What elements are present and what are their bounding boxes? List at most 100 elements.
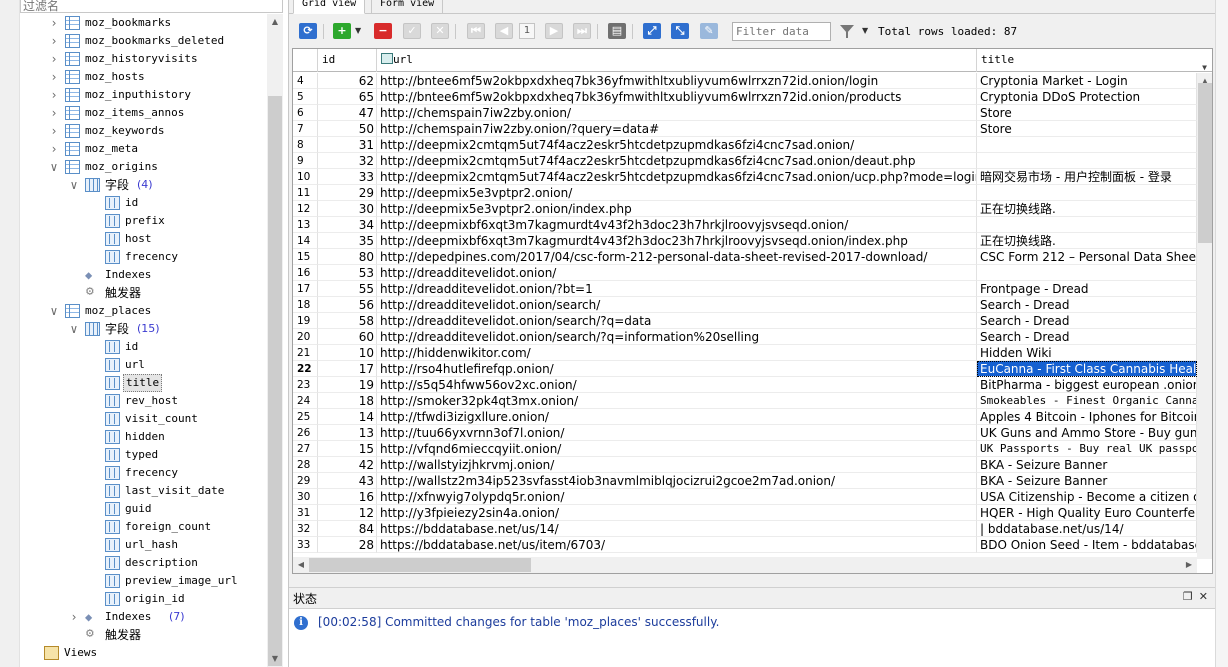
tree-node-table[interactable]: › moz_inputhistory	[20, 86, 267, 104]
cell-url[interactable]: http://deepmix5e3vptpr2.onion/index.php	[377, 201, 977, 217]
tree-node-col[interactable]: frecency	[20, 248, 267, 266]
tree-node-table[interactable]: › moz_bookmarks	[20, 14, 267, 32]
tree-scroll-thumb[interactable]	[268, 96, 282, 666]
cell-url[interactable]: https://bddatabase.net/us/14/	[377, 521, 977, 537]
cell-title[interactable]: Apples 4 Bitcoin - Iphones for Bitcoin	[977, 409, 1197, 425]
cell-id[interactable]: 80	[318, 249, 377, 265]
chevron-right-icon[interactable]: ›	[49, 14, 59, 32]
cell-url[interactable]: http://y3fpieiezy2sin4a.onion/	[377, 505, 977, 521]
cell-title[interactable]: Cryptonia DDoS Protection	[977, 89, 1197, 105]
tree-node-col[interactable]: hidden	[20, 428, 267, 446]
tree-node-table[interactable]: › moz_historyvisits	[20, 50, 267, 68]
table-row[interactable]: 19 58 http://dreadditevelidot.onion/search…	[293, 313, 1197, 329]
table-row[interactable]: 5 65 http://bntee6mf5w2okbpxdxheq7bk36yfmw…	[293, 89, 1197, 105]
cell-id[interactable]: 62	[318, 73, 377, 89]
tree-node-index[interactable]: › Indexes (7)	[20, 608, 267, 626]
data-grid[interactable]: id url title ▼ 4 62 http://bntee6mf5w2okbp…	[292, 48, 1213, 574]
filter-data-input[interactable]	[732, 22, 831, 41]
tree-scrollbar[interactable]: ▲ ▼	[267, 14, 283, 667]
cell-title[interactable]: HQER - High Quality Euro Counterfeit	[977, 505, 1197, 521]
cell-url[interactable]: http://hiddenwikitor.com/	[377, 345, 977, 361]
cell-id[interactable]: 53	[318, 265, 377, 281]
cell-title[interactable]: Store	[977, 121, 1197, 137]
refresh-icon[interactable]: ⟳	[299, 23, 317, 39]
tree-node-table[interactable]: › moz_keywords	[20, 122, 267, 140]
cell-url[interactable]: http://smoker32pk4qt3mx.onion/	[377, 393, 977, 409]
cell-title[interactable]: | bddatabase.net/us/14/	[977, 521, 1197, 537]
tree-node-col[interactable]: visit_count	[20, 410, 267, 428]
cell-id[interactable]: 16	[318, 489, 377, 505]
cell-title[interactable]: UK Passports - Buy real UK passports	[977, 441, 1197, 457]
cell-id[interactable]: 58	[318, 313, 377, 329]
cell-id[interactable]: 18	[318, 393, 377, 409]
filter-dropdown-icon[interactable]: ▼	[862, 24, 870, 38]
tree-node-fields[interactable]: ∨ 字段 (4)	[20, 176, 267, 194]
delete-row-icon[interactable]: −	[374, 23, 392, 39]
tree-node-col[interactable]: foreign_count	[20, 518, 267, 536]
cell-title[interactable]	[977, 217, 1197, 233]
cell-id[interactable]: 47	[318, 105, 377, 121]
cell-id[interactable]: 35	[318, 233, 377, 249]
cell-id[interactable]: 42	[318, 457, 377, 473]
cell-title[interactable]: USA Citizenship - Become a citizen of	[977, 489, 1197, 505]
cell-url[interactable]: http://deepmix2cmtqm5ut74f4acz2eskr5htcd…	[377, 137, 977, 153]
chevron-right-icon[interactable]: ›	[49, 140, 59, 158]
tree-node-table[interactable]: › moz_hosts	[20, 68, 267, 86]
tree-node-views[interactable]: Views	[20, 644, 267, 662]
cell-title[interactable]: CSC Form 212 – Personal Data Sheet	[977, 249, 1197, 265]
commit-icon[interactable]: ✓	[403, 23, 421, 39]
tree-node-fields[interactable]: ∨ 字段 (15)	[20, 320, 267, 338]
tree-node-table[interactable]: › moz_items_annos	[20, 104, 267, 122]
table-row[interactable]: 4 62 http://bntee6mf5w2okbpxdxheq7bk36yfmw…	[293, 73, 1197, 89]
cell-url[interactable]: http://bntee6mf5w2okbpxdxheq7bk36yfmwith…	[377, 89, 977, 105]
table-row[interactable]: 32 84 https://bddatabase.net/us/14/| bddat…	[293, 521, 1197, 537]
table-row[interactable]: 17 55 http://dreadditevelidot.onion/?bt=1 F…	[293, 281, 1197, 297]
chevron-down-icon[interactable]: ∨	[49, 158, 59, 176]
tree-node-trigger[interactable]: 触发器	[20, 283, 267, 302]
cell-id[interactable]: 29	[318, 185, 377, 201]
table-row[interactable]: 26 13 http://tuu66yxvrnn3of7l.onion/UK Gun…	[293, 425, 1197, 441]
table-row[interactable]: 22 17 http://rso4hutlefirefqp.onion/EuCann…	[293, 361, 1197, 377]
cell-url[interactable]: http://deepmixbf6xqt3m7kagmurdt4v43f2h3d…	[377, 217, 977, 233]
cell-id[interactable]: 13	[318, 425, 377, 441]
float-panel-icon[interactable]: ❐	[1183, 590, 1199, 603]
cell-id[interactable]: 65	[318, 89, 377, 105]
tree-node-col[interactable]: rev_host	[20, 392, 267, 410]
add-row-dropdown-icon[interactable]: ▼	[355, 24, 363, 38]
tree-node-col[interactable]: id	[20, 338, 267, 356]
cell-title[interactable]: BKA - Seizure Banner	[977, 457, 1197, 473]
cell-title[interactable]: Smokeables - Finest Organic Cannabis	[977, 393, 1197, 409]
table-row[interactable]: 14 35 http://deepmixbf6xqt3m7kagmurdt4v43f…	[293, 233, 1197, 249]
cell-title[interactable]: 正在切换线路.	[977, 233, 1197, 249]
table-row[interactable]: 24 18 http://smoker32pk4qt3mx.onion/Smokea…	[293, 393, 1197, 409]
cell-id[interactable]: 60	[318, 329, 377, 345]
cell-url[interactable]: http://dreadditevelidot.onion/search/	[377, 297, 977, 313]
tree-node-col[interactable]: description	[20, 554, 267, 572]
cell-url[interactable]: http://s5q54hfww56ov2xc.onion/	[377, 377, 977, 393]
cell-title[interactable]: BDO Onion Seed - Item - bddatabase	[977, 537, 1197, 553]
cell-title[interactable]: UK Guns and Ammo Store - Buy guns	[977, 425, 1197, 441]
cell-url[interactable]: http://depedpines.com/2017/04/csc-form-2…	[377, 249, 977, 265]
chevron-right-icon[interactable]: ›	[49, 104, 59, 122]
chevron-right-icon[interactable]: ›	[49, 122, 59, 140]
chevron-right-icon[interactable]: ›	[49, 50, 59, 68]
expand-icon[interactable]: ⤢	[643, 23, 661, 39]
cell-title[interactable]	[977, 137, 1197, 153]
tree-node-table[interactable]: › moz_bookmarks_deleted	[20, 32, 267, 50]
scroll-right-arrow[interactable]: ▶	[1181, 557, 1197, 573]
chevron-down-icon[interactable]: ∨	[49, 302, 59, 320]
cell-url[interactable]: http://xfnwyig7olypdq5r.onion/	[377, 489, 977, 505]
tree-node-col[interactable]: origin_id	[20, 590, 267, 608]
tree-node-col[interactable]: preview_image_url	[20, 572, 267, 590]
cell-url[interactable]: http://vfqnd6mieccqyiit.onion/	[377, 441, 977, 457]
grid-vscroll-thumb[interactable]	[1198, 83, 1212, 243]
page-number[interactable]: 1	[519, 23, 535, 39]
tree-node-table[interactable]: ∨ moz_places	[20, 302, 267, 320]
chevron-right-icon[interactable]: ›	[69, 608, 79, 626]
column-header-url[interactable]: url	[377, 49, 977, 72]
table-row[interactable]: 25 14 http://tfwdi3izigxllure.onion/Apples…	[293, 409, 1197, 425]
table-row[interactable]: 16 53 http://dreadditevelidot.onion/	[293, 265, 1197, 281]
cell-url[interactable]: http://wallstz2m34ip523svfasst4iob3navml…	[377, 473, 977, 489]
tree-node-index[interactable]: Indexes	[20, 266, 267, 284]
cell-title[interactable]: Store	[977, 105, 1197, 121]
